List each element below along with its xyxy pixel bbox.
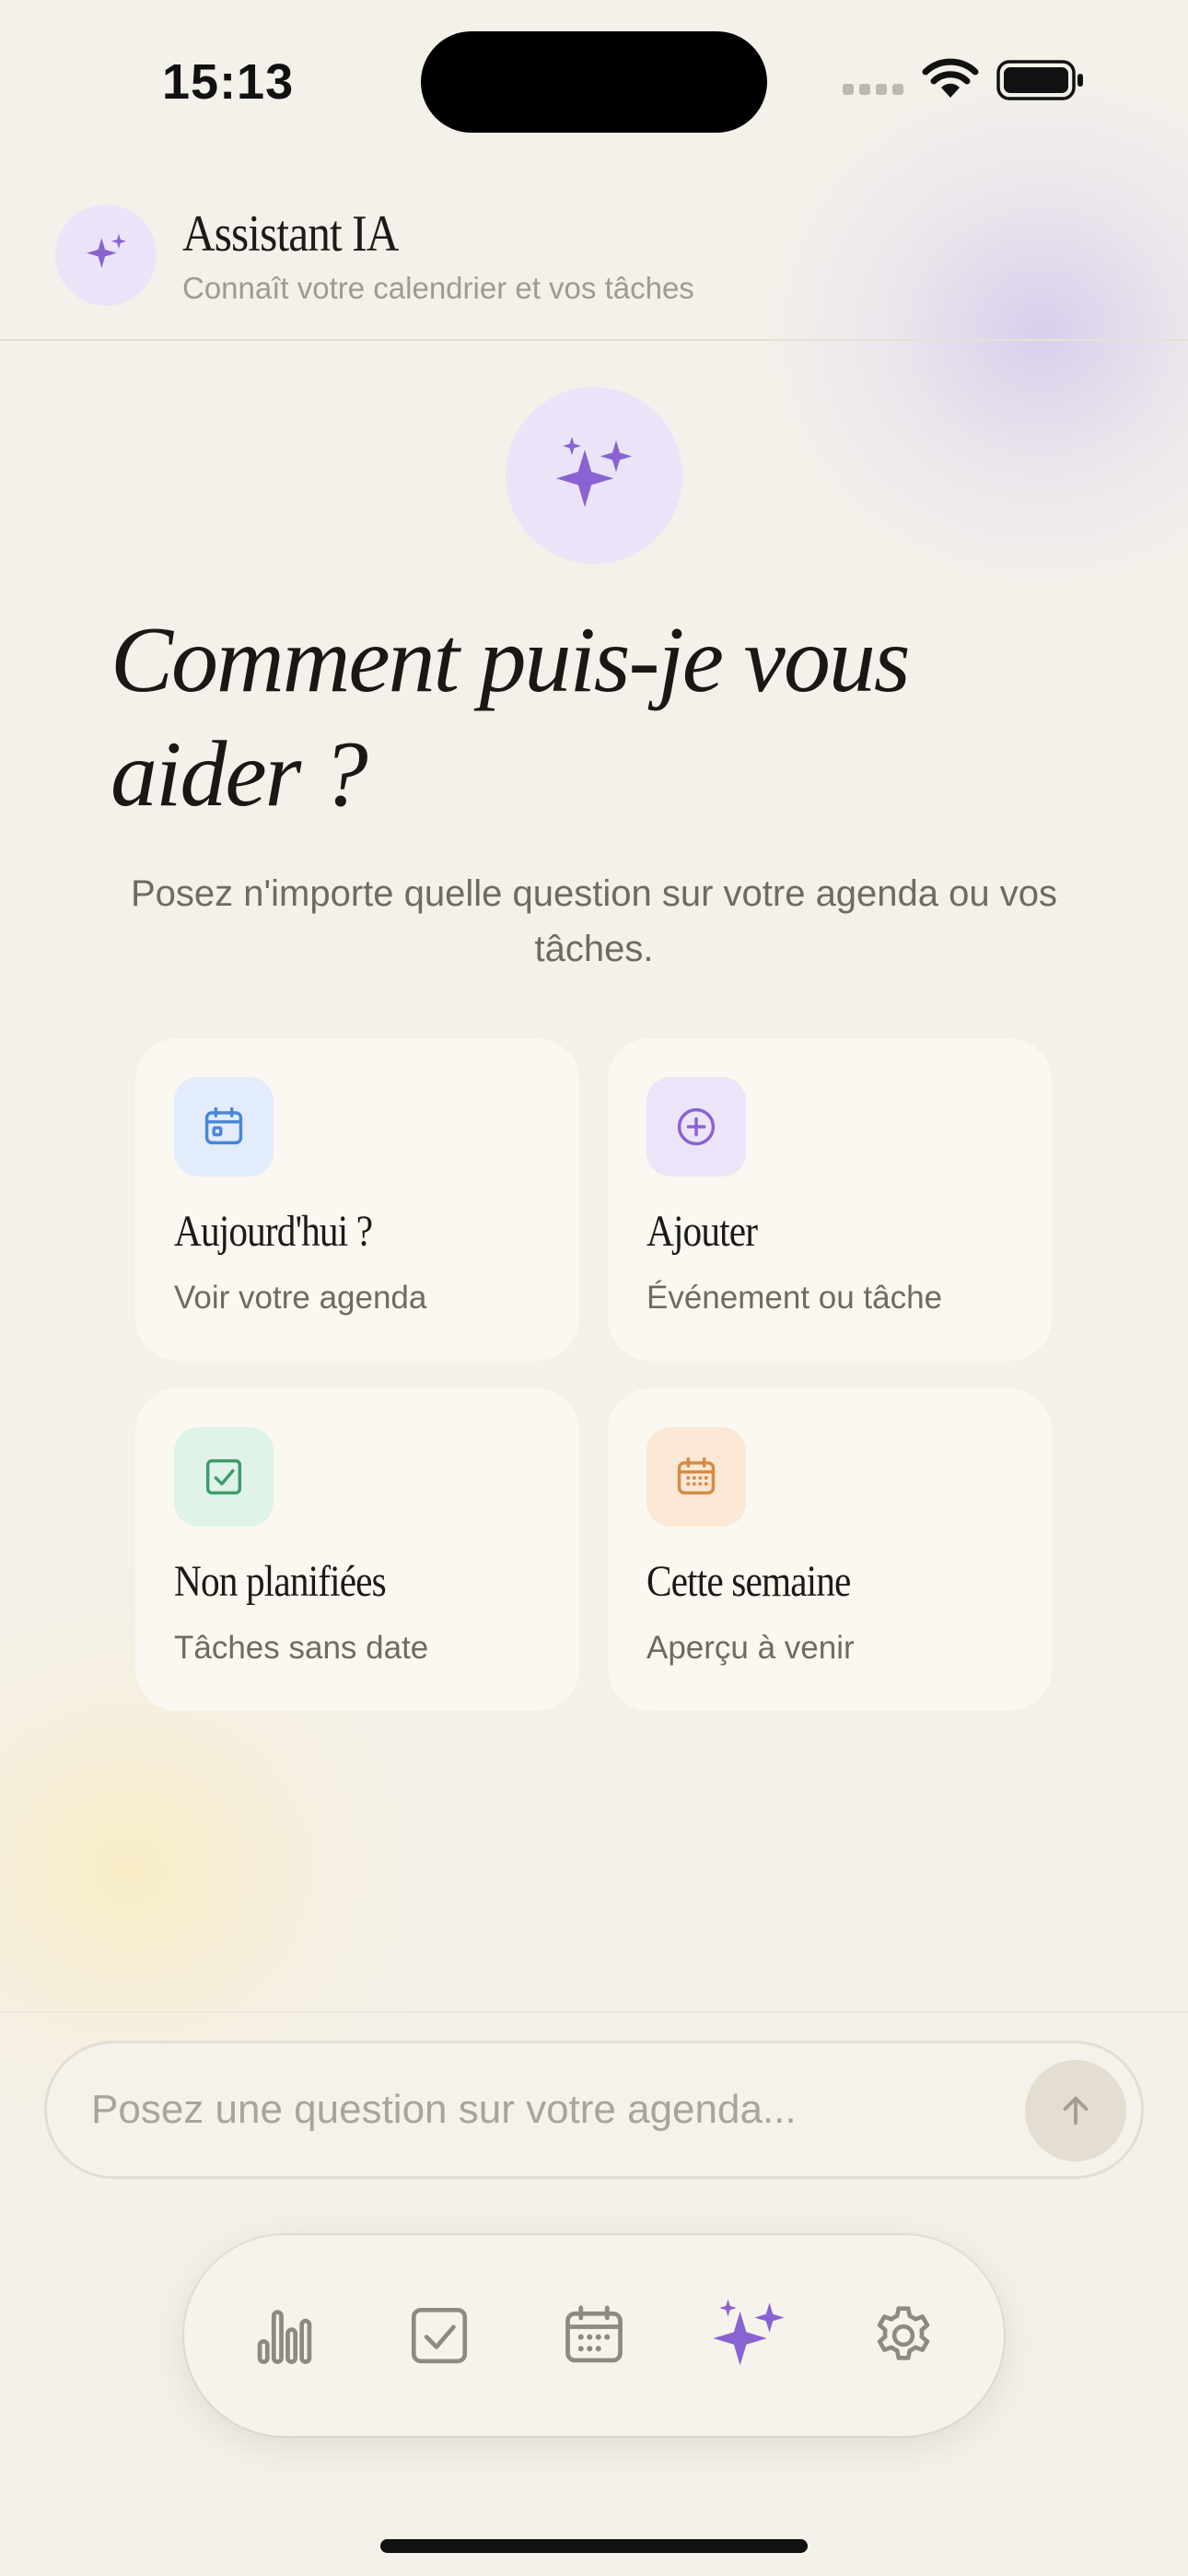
message-composer — [44, 2041, 1144, 2179]
cellular-signal-icon — [843, 83, 909, 100]
card-icon-badge — [646, 1077, 746, 1177]
composer-divider — [0, 2011, 1188, 2013]
tab-calendar[interactable] — [540, 2281, 648, 2390]
status-time: 15:13 — [162, 54, 295, 110]
card-title: Cette semaine — [646, 1557, 851, 1606]
suggestion-card-week[interactable]: Cette semaine Aperçu à venir — [608, 1388, 1052, 1711]
card-title: Aujourd'hui ? — [174, 1207, 373, 1256]
arrow-up-icon — [1063, 2096, 1089, 2125]
suggestion-card-today[interactable]: Aujourd'hui ? Voir votre agenda — [135, 1038, 579, 1361]
hero-sparkles-badge — [506, 387, 682, 564]
card-title: Ajouter — [646, 1207, 758, 1256]
card-icon-badge — [646, 1427, 746, 1527]
tab-tasks[interactable] — [385, 2281, 494, 2390]
send-button[interactable] — [1025, 2060, 1126, 2161]
plus-circle-icon — [677, 1107, 716, 1146]
card-icon-badge — [174, 1427, 274, 1527]
calendar-icon — [565, 2305, 623, 2363]
message-input[interactable] — [91, 2080, 1012, 2139]
card-subtitle: Aperçu à venir — [646, 1630, 855, 1666]
card-subtitle: Tâches sans date — [174, 1630, 429, 1666]
bar-chart-icon — [257, 2310, 312, 2364]
suggestion-card-unscheduled[interactable]: Non planifiées Tâches sans date — [135, 1388, 579, 1711]
tab-assistant[interactable] — [694, 2281, 803, 2390]
dynamic-island — [421, 31, 767, 133]
card-title: Non planifiées — [174, 1557, 387, 1606]
tab-settings[interactable] — [849, 2281, 958, 2390]
hero-subtitle: Posez n'importe quelle question sur votr… — [130, 873, 1058, 969]
chat-header: Assistant IA Connaît votre calendrier et… — [0, 175, 1188, 341]
wifi-icon — [922, 58, 979, 98]
card-icon-badge — [174, 1077, 274, 1177]
hero-title: Comment puis-je vous aider ? — [111, 608, 911, 826]
battery-icon — [996, 60, 1083, 100]
tab-bar — [184, 2235, 1004, 2436]
sparkles-icon — [555, 437, 633, 508]
assistant-avatar — [55, 205, 157, 306]
suggestion-card-add[interactable]: Ajouter Événement ou tâche — [608, 1038, 1052, 1361]
card-subtitle: Voir votre agenda — [174, 1280, 427, 1316]
calendar-today-icon — [204, 1107, 243, 1145]
home-indicator — [380, 2539, 808, 2553]
header-subtitle: Connaît votre calendrier et vos tâches — [182, 271, 694, 305]
header-title: Assistant IA — [182, 205, 399, 263]
sparkles-icon — [87, 233, 127, 268]
checkbox-icon — [205, 1458, 242, 1495]
app-screen: 15:13 Assistant IA Connaît votre calendr… — [0, 0, 1188, 2576]
sparkles-icon — [713, 2299, 785, 2366]
gear-icon — [877, 2306, 930, 2360]
card-subtitle: Événement ou tâche — [646, 1280, 943, 1316]
calendar-week-icon — [677, 1457, 716, 1495]
checkbox-icon — [411, 2307, 468, 2364]
tab-stats[interactable] — [230, 2281, 339, 2390]
